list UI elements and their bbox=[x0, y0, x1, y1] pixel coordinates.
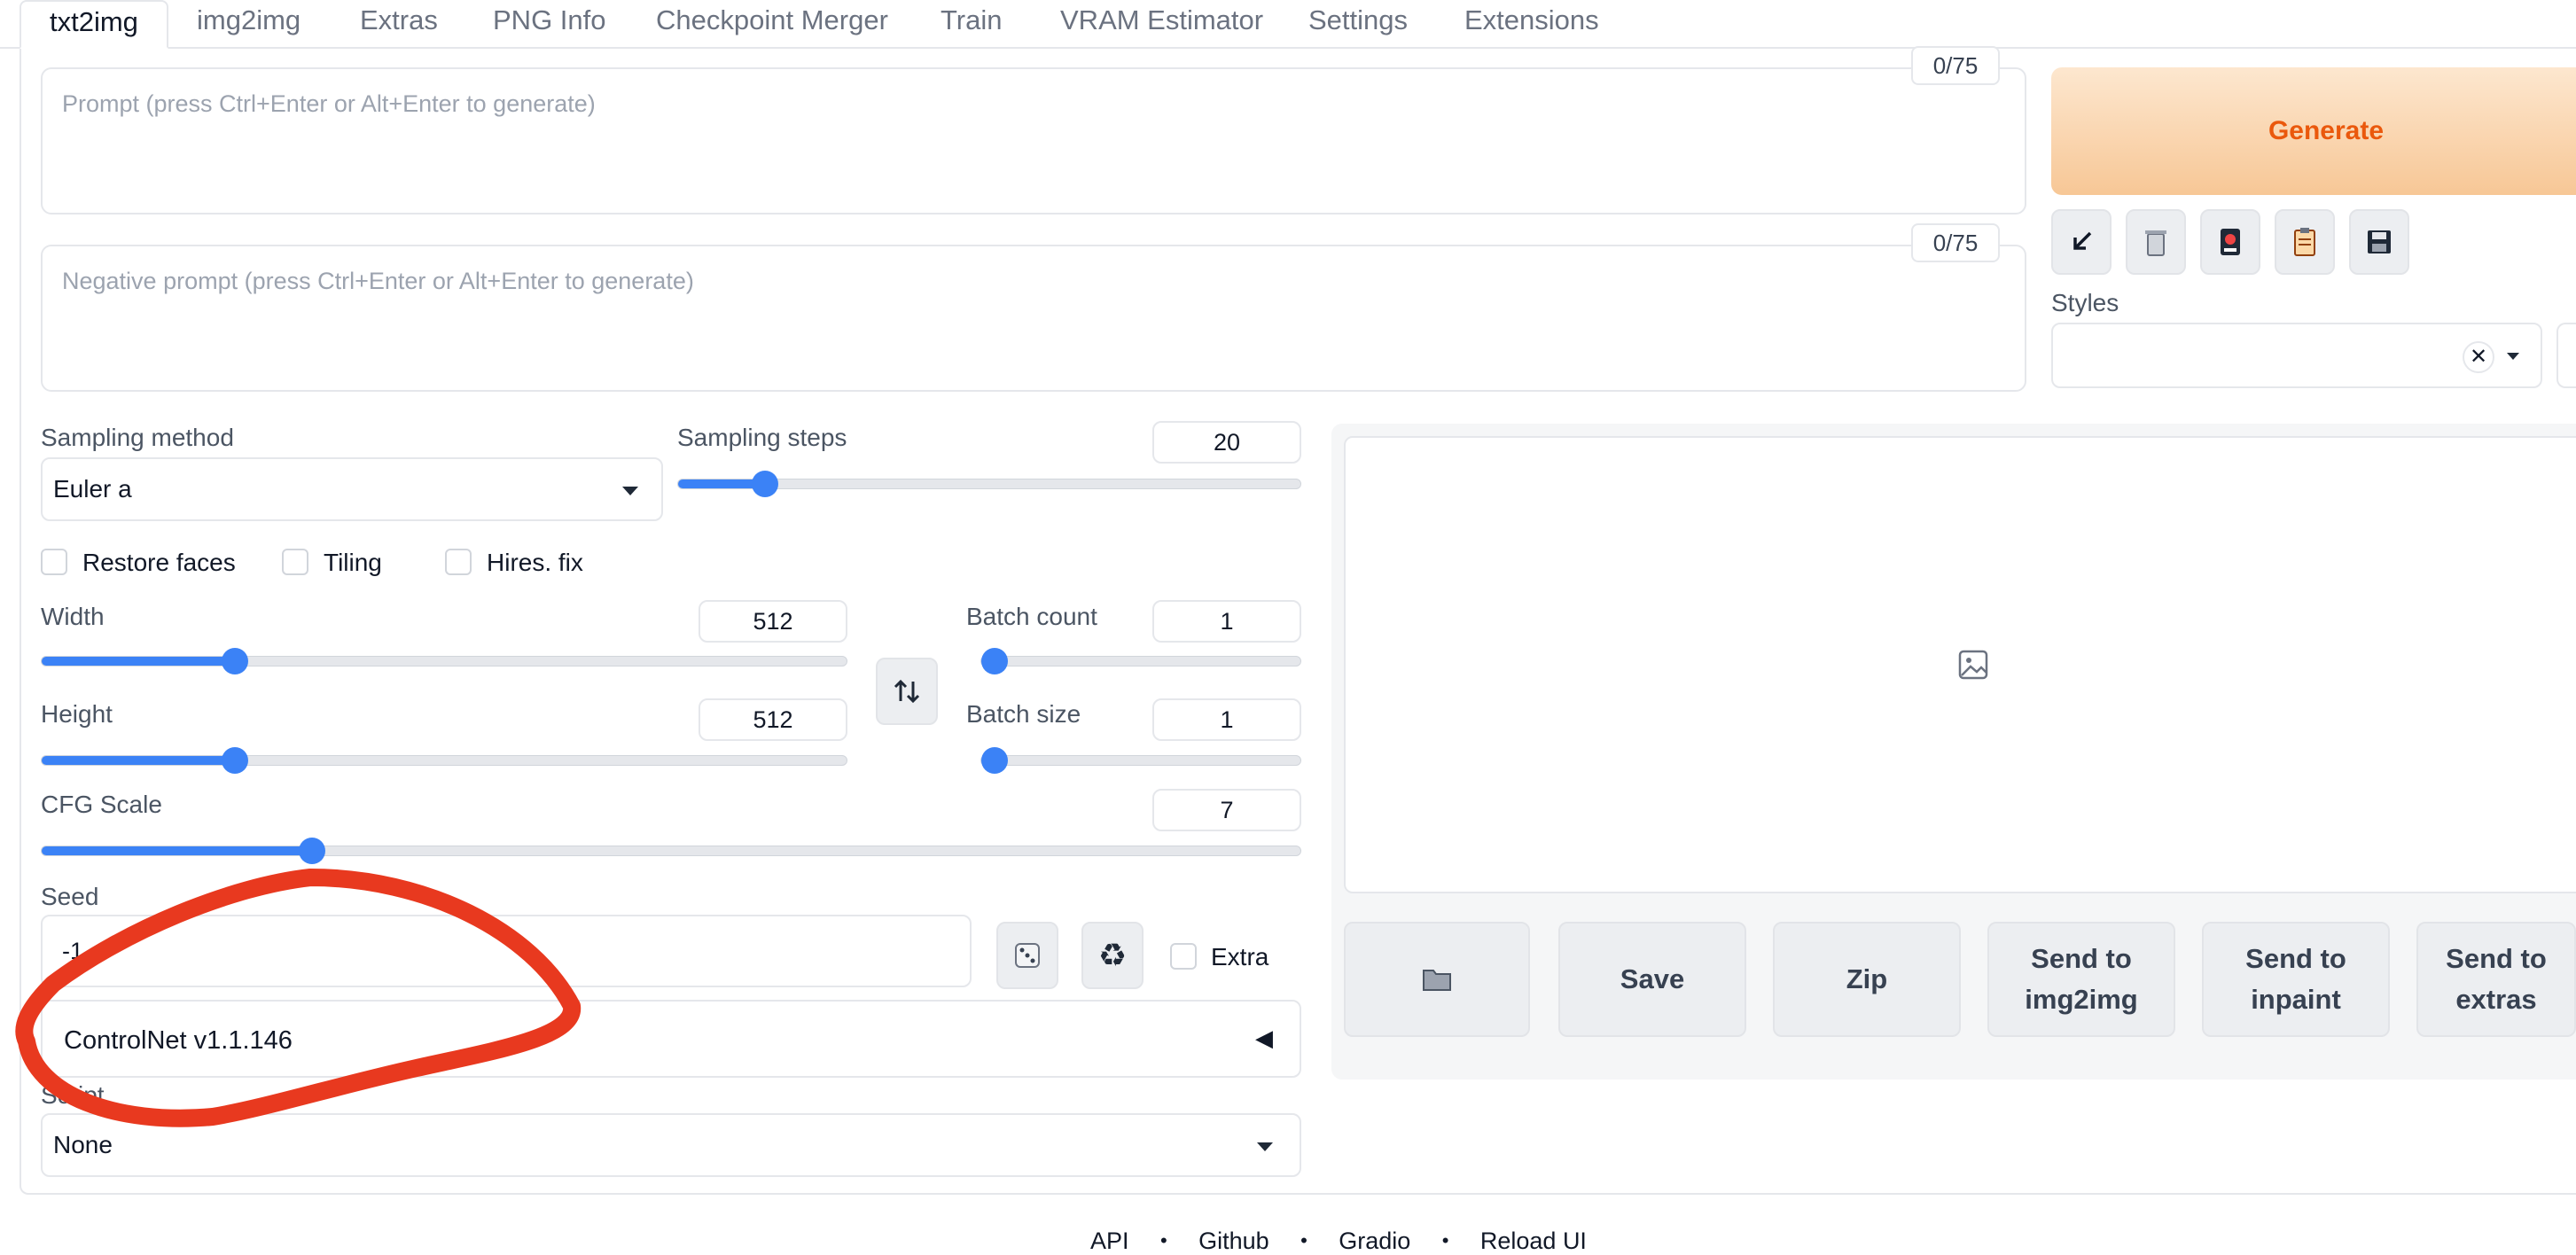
extra-seed-label: Extra bbox=[1211, 943, 1269, 970]
batch-size-slider[interactable] bbox=[980, 747, 1301, 774]
recycle-icon: ♻ bbox=[1097, 937, 1128, 973]
swap-arrows-icon bbox=[894, 679, 920, 704]
footer-gradio-link[interactable]: Gradio bbox=[1339, 1228, 1410, 1255]
send-to-inpaint-button[interactable]: Send to inpaint bbox=[2202, 922, 2390, 1037]
clipboard-icon bbox=[2294, 228, 2315, 256]
clear-prompt-button[interactable] bbox=[2126, 209, 2186, 275]
slider-thumb[interactable] bbox=[221, 747, 248, 774]
chevron-down-icon bbox=[1257, 1142, 1273, 1151]
chevron-down-icon bbox=[622, 487, 638, 495]
save-style-button[interactable] bbox=[2349, 209, 2409, 275]
negative-prompt-input[interactable]: Negative prompt (press Ctrl+Enter or Alt… bbox=[41, 245, 2026, 392]
arrow-down-left-icon bbox=[2073, 231, 2092, 250]
restore-faces-checkbox[interactable] bbox=[41, 549, 67, 575]
batch-size-label: Batch size bbox=[966, 700, 1081, 728]
sampling-steps-label: Sampling steps bbox=[677, 424, 847, 451]
reuse-seed-button[interactable]: ♻ bbox=[1081, 922, 1144, 989]
tab-png-info[interactable]: PNG Info bbox=[488, 0, 612, 49]
restore-faces-label: Restore faces bbox=[82, 549, 236, 576]
slider-thumb[interactable] bbox=[752, 471, 779, 497]
cfg-scale-input[interactable]: 7 bbox=[1152, 789, 1301, 831]
batch-count-slider[interactable] bbox=[980, 648, 1301, 674]
styles-extra-button[interactable] bbox=[2556, 323, 2576, 388]
swap-dimensions-button[interactable] bbox=[876, 658, 938, 725]
apply-style-button[interactable] bbox=[2275, 209, 2335, 275]
tab-train[interactable]: Train bbox=[935, 0, 1007, 49]
prompt-token-counter: 0/75 bbox=[1911, 46, 2000, 85]
tab-extras[interactable]: Extras bbox=[355, 0, 443, 49]
tab-bar: txt2img img2img Extras PNG Info Checkpoi… bbox=[0, 0, 2576, 49]
tab-vram-estimator[interactable]: VRAM Estimator bbox=[1055, 0, 1268, 49]
tiling-label: Tiling bbox=[324, 549, 382, 576]
slider-thumb[interactable] bbox=[981, 747, 1008, 774]
sampling-method-dropdown[interactable]: Euler a bbox=[41, 457, 663, 521]
batch-size-input[interactable]: 1 bbox=[1152, 698, 1301, 741]
extra-seed-checkbox[interactable] bbox=[1170, 943, 1197, 970]
prompt-placeholder: Prompt (press Ctrl+Enter or Alt+Enter to… bbox=[62, 90, 596, 117]
batch-count-input[interactable]: 1 bbox=[1152, 600, 1301, 643]
send-to-img2img-button[interactable]: Send to img2img bbox=[1987, 922, 2175, 1037]
paste-prompt-button[interactable] bbox=[2051, 209, 2112, 275]
width-label: Width bbox=[41, 603, 105, 630]
sampling-steps-input[interactable]: 20 bbox=[1152, 421, 1301, 464]
prompt-input[interactable]: Prompt (press Ctrl+Enter or Alt+Enter to… bbox=[41, 67, 2026, 214]
footer-separator: • bbox=[1441, 1229, 1449, 1251]
footer-separator: • bbox=[1300, 1229, 1308, 1251]
folder-icon bbox=[1423, 970, 1451, 991]
footer-separator: • bbox=[1159, 1229, 1167, 1251]
collapse-triangle-icon: ◀ bbox=[1255, 1025, 1273, 1051]
slider-fill bbox=[42, 657, 235, 666]
tab-extensions[interactable]: Extensions bbox=[1459, 0, 1604, 49]
dice-icon bbox=[1015, 943, 1040, 968]
red-annotation-circle bbox=[15, 869, 582, 1127]
width-slider[interactable] bbox=[41, 648, 847, 674]
width-input[interactable]: 512 bbox=[699, 600, 847, 643]
open-folder-button[interactable] bbox=[1344, 922, 1530, 1037]
send-to-extras-button[interactable]: Send to extras bbox=[2416, 922, 2576, 1037]
random-seed-button[interactable] bbox=[996, 922, 1058, 989]
hires-fix-checkbox[interactable] bbox=[445, 549, 472, 575]
flower-card-icon bbox=[2221, 229, 2240, 255]
floppy-disk-icon bbox=[2368, 230, 2391, 253]
sampling-method-value: Euler a bbox=[53, 475, 132, 503]
height-input[interactable]: 512 bbox=[699, 698, 847, 741]
hires-fix-label: Hires. fix bbox=[487, 549, 583, 576]
trash-icon bbox=[2145, 230, 2166, 256]
footer-api-link[interactable]: API bbox=[1090, 1228, 1129, 1255]
styles-label: Styles bbox=[2051, 289, 2119, 316]
footer-links: API • Github • Gradio • Reload UI bbox=[1090, 1227, 1587, 1255]
footer-github-link[interactable]: Github bbox=[1198, 1228, 1269, 1255]
script-value: None bbox=[53, 1131, 113, 1158]
save-button[interactable]: Save bbox=[1558, 922, 1746, 1037]
slider-thumb[interactable] bbox=[981, 648, 1008, 674]
generate-button[interactable]: Generate bbox=[2051, 67, 2576, 195]
tab-txt2img[interactable]: txt2img bbox=[20, 0, 168, 49]
slider-thumb[interactable] bbox=[221, 648, 248, 674]
tab-settings[interactable]: Settings bbox=[1303, 0, 1413, 49]
zip-button[interactable]: Zip bbox=[1773, 922, 1961, 1037]
negative-prompt-placeholder: Negative prompt (press Ctrl+Enter or Alt… bbox=[62, 268, 694, 294]
batch-count-label: Batch count bbox=[966, 603, 1097, 630]
tab-img2img[interactable]: img2img bbox=[191, 0, 306, 49]
output-image-area bbox=[1344, 436, 2576, 893]
footer-reload-ui-link[interactable]: Reload UI bbox=[1480, 1228, 1587, 1255]
height-label: Height bbox=[41, 700, 113, 728]
extra-networks-button[interactable] bbox=[2200, 209, 2260, 275]
styles-dropdown[interactable]: ✕ bbox=[2051, 323, 2542, 388]
image-placeholder-icon bbox=[1958, 650, 1988, 680]
slider-fill bbox=[42, 756, 235, 765]
chevron-down-icon bbox=[2507, 353, 2519, 360]
sampling-method-label: Sampling method bbox=[41, 424, 234, 451]
tab-checkpoint-merger[interactable]: Checkpoint Merger bbox=[651, 0, 894, 49]
tiling-checkbox[interactable] bbox=[282, 549, 308, 575]
negative-prompt-token-counter: 0/75 bbox=[1911, 223, 2000, 262]
sampling-steps-slider[interactable] bbox=[677, 471, 1301, 497]
clear-icon[interactable]: ✕ bbox=[2463, 341, 2494, 373]
cfg-scale-label: CFG Scale bbox=[41, 791, 162, 818]
height-slider[interactable] bbox=[41, 747, 847, 774]
